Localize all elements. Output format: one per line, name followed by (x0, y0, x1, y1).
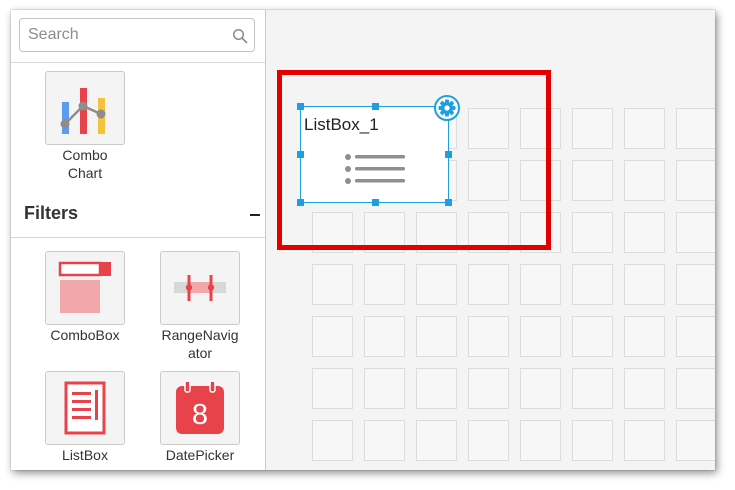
grid-cell (520, 212, 561, 253)
gear-icon[interactable] (434, 95, 460, 121)
grid-cell (676, 264, 715, 305)
resize-handle-top[interactable] (372, 103, 379, 110)
grid-cell (676, 368, 715, 409)
grid-cell (676, 420, 715, 461)
widget-tile (160, 251, 240, 325)
widget-label: ComboBox (50, 327, 120, 343)
grid-cell (312, 264, 353, 305)
widget-range-navigator[interactable]: RangeNavigator (150, 251, 250, 362)
listbox-icon (64, 381, 106, 435)
grid-cell (416, 420, 457, 461)
resize-handle-left[interactable] (297, 151, 304, 158)
grid-cell (364, 420, 405, 461)
resize-handle-top-left[interactable] (297, 103, 304, 110)
resize-handle-right[interactable] (445, 151, 452, 158)
combobox-icon (58, 261, 111, 313)
grid-cell (520, 160, 561, 201)
grid-cell (364, 264, 405, 305)
resize-handle-bottom[interactable] (372, 199, 379, 206)
widget-tile (45, 71, 125, 145)
resize-handle-bottom-right[interactable] (445, 199, 452, 206)
widget-label-line2: Chart (67, 165, 103, 181)
resize-handle-bottom-left[interactable] (297, 199, 304, 206)
grid-cell (624, 316, 665, 357)
grid-cell (468, 108, 509, 149)
grid-cell (676, 212, 715, 253)
widget-label: DatePicker (165, 447, 235, 463)
range-navigator-icon (174, 275, 226, 301)
grid-cell (624, 160, 665, 201)
grid-cell (624, 368, 665, 409)
widget-panel: Combo Chart Filters ComboBox (11, 10, 266, 470)
combo-chart-icon (60, 88, 106, 134)
grid-cell (572, 108, 613, 149)
grid-cell (468, 368, 509, 409)
grid-cell (364, 212, 405, 253)
search-icon[interactable] (232, 28, 248, 44)
widget-combo-chart[interactable]: Combo Chart (35, 71, 135, 182)
grid-cell (572, 420, 613, 461)
grid-cell (520, 108, 561, 149)
grid-cell (676, 160, 715, 201)
grid-cell (572, 264, 613, 305)
grid-cell (364, 368, 405, 409)
grid-cell (572, 368, 613, 409)
search-box (19, 18, 255, 52)
grid-cell (312, 212, 353, 253)
grid-cell (416, 316, 457, 357)
widget-tile (45, 371, 125, 445)
filters-section-title: Filters (24, 203, 79, 223)
grid-cell (364, 316, 405, 357)
widget-label-line1: Combo (62, 147, 108, 163)
dashboard-designer-window: Combo Chart Filters ComboBox (11, 10, 715, 470)
grid-cell (676, 316, 715, 357)
grid-cell (520, 420, 561, 461)
grid-cell (572, 316, 613, 357)
grid-cell (312, 368, 353, 409)
widget-label: Combo Chart (35, 146, 135, 182)
widget-tile: 8 (160, 371, 240, 445)
grid-cell (468, 160, 509, 201)
panel-divider (11, 62, 265, 63)
widget-listbox[interactable]: ListBox (35, 371, 135, 464)
grid-cell (468, 316, 509, 357)
grid-cell (624, 420, 665, 461)
minus-icon[interactable] (247, 208, 263, 222)
widget-tile (45, 251, 125, 325)
grid-cell (416, 212, 457, 253)
grid-cell (468, 264, 509, 305)
grid-cell (520, 368, 561, 409)
grid-cell (468, 420, 509, 461)
search-input[interactable] (21, 20, 221, 50)
grid-cell (312, 316, 353, 357)
grid-cell (520, 264, 561, 305)
grid-cell (416, 264, 457, 305)
grid-cell (312, 420, 353, 461)
grid-cell (676, 108, 715, 149)
listbox-widget-card[interactable]: ListBox_1 (300, 106, 449, 203)
section-divider (11, 237, 265, 238)
grid-cell (624, 212, 665, 253)
grid-cell (624, 108, 665, 149)
datepicker-day-text: 8 (192, 399, 208, 431)
grid-cell (468, 212, 509, 253)
design-canvas[interactable]: ListBox_1 (266, 10, 715, 470)
widget-datepicker[interactable]: 8 DatePicker (150, 371, 250, 464)
grid-cell (520, 316, 561, 357)
grid-cell (572, 160, 613, 201)
datepicker-icon: 8 (176, 380, 224, 434)
list-icon (345, 154, 405, 184)
widget-title: ListBox_1 (304, 115, 379, 134)
grid-cell (416, 368, 457, 409)
widget-label: RangeNavigator (161, 327, 239, 361)
widget-label: ListBox (62, 447, 108, 463)
grid-cell (572, 212, 613, 253)
widget-combobox[interactable]: ComboBox (35, 251, 135, 344)
grid-cell (624, 264, 665, 305)
